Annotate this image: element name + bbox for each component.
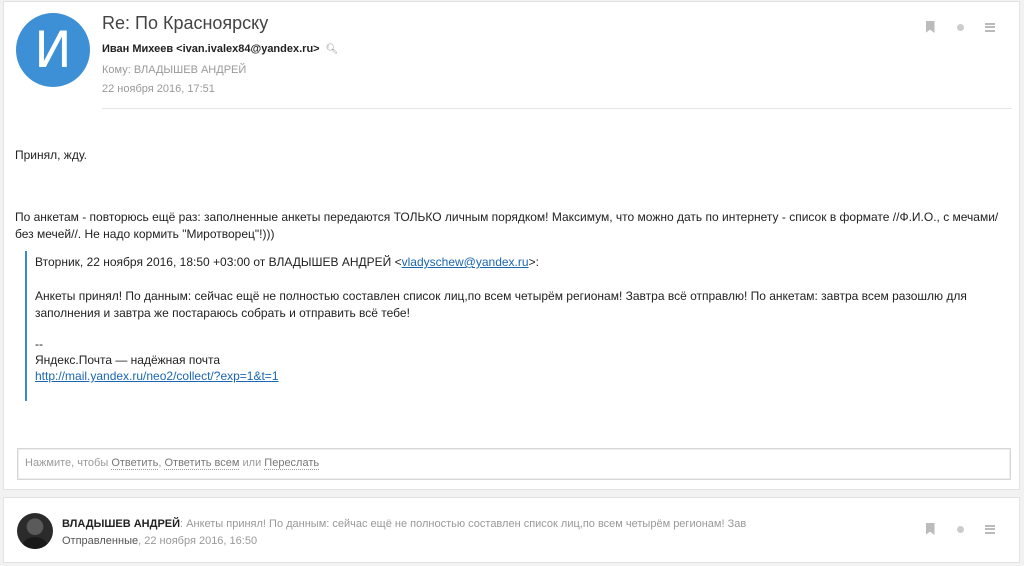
message-card: И Re: По Красноярску Иван Михеев <ivan.i… — [3, 1, 1020, 490]
quick-reply-box[interactable]: Нажмите, чтобы Ответить, Ответить всем и… — [17, 448, 1011, 480]
more-menu-icon — [985, 22, 995, 32]
quoted-message: Вторник, 22 ноября 2016, 18:50 +03:00 от… — [25, 251, 1010, 401]
message-subject: Re: По Красноярску — [102, 13, 269, 33]
mark-read-icon — [956, 525, 964, 533]
mark-read-icon — [956, 23, 964, 31]
bookmark-button[interactable] — [915, 17, 945, 37]
sender-avatar[interactable]: И — [16, 13, 90, 87]
forward-link[interactable]: Переслать — [264, 457, 320, 470]
more-menu-icon — [985, 524, 995, 534]
thread-sender: ВЛАДЫШЕВ АНДРЕЙ — [62, 518, 181, 530]
thread-avatar — [17, 513, 53, 549]
signature-link[interactable]: http://mail.yandex.ru/neo2/collect/?exp=… — [35, 368, 279, 385]
signature-text: Яндекс.Почта — надёжная почта — [35, 353, 221, 367]
quote-header-suffix: >: — [528, 255, 539, 269]
message-to: Кому: ВЛАДЫШЕВ АНДРЕЙ — [102, 64, 247, 76]
quote-header: Вторник, 22 ноября 2016, 18:50 +03:00 от… — [35, 254, 539, 271]
reply-prefix: Нажмите, чтобы — [25, 457, 109, 469]
bookmark-icon — [925, 523, 935, 535]
message-from[interactable]: Иван Михеев <ivan.ivalex84@yandex.ru> 🔍︎ — [102, 43, 338, 55]
thread-more-button[interactable] — [975, 519, 1005, 539]
thread-folder[interactable]: Отправленные — [62, 535, 138, 547]
thread-snippet: : Анкеты принял! По данным: сейчас ещё н… — [180, 518, 747, 530]
header-divider — [102, 108, 1012, 109]
reply-or: или — [242, 457, 262, 469]
thread-meta: Отправленные, 22 ноября 2016, 16:50 — [62, 535, 257, 547]
more-button[interactable] — [975, 17, 1005, 37]
body-line-1: Принял, жду. — [15, 148, 87, 162]
thread-mark-read-button[interactable] — [945, 519, 975, 539]
thread-bookmark-button[interactable] — [915, 519, 945, 539]
search-icon[interactable]: 🔍︎ — [326, 44, 339, 55]
reply-link[interactable]: Ответить — [111, 457, 159, 470]
thread-actions — [915, 519, 1005, 539]
thread-date: , 22 ноября 2016, 16:50 — [138, 535, 258, 547]
quote-header-prefix: Вторник, 22 ноября 2016, 18:50 +03:00 от… — [35, 255, 402, 269]
body-line-2: По анкетам - повторюсь ещё раз: заполнен… — [15, 210, 999, 241]
thread-summary[interactable]: ВЛАДЫШЕВ АНДРЕЙ: Анкеты принял! По данны… — [62, 518, 746, 530]
message-date: 22 ноября 2016, 17:51 — [102, 83, 215, 95]
reply-sep: , — [158, 457, 162, 469]
thread-item[interactable]: ВЛАДЫШЕВ АНДРЕЙ: Анкеты принял! По данны… — [3, 497, 1020, 563]
quote-email-link[interactable]: vladyschew@yandex.ru — [402, 255, 529, 269]
mark-read-button[interactable] — [945, 17, 975, 37]
bookmark-icon — [925, 21, 935, 33]
signature-dash: -- — [35, 337, 43, 351]
quote-text: Анкеты принял! По данным: сейчас ещё не … — [35, 289, 967, 320]
reply-all-link[interactable]: Ответить всем — [164, 457, 240, 470]
sender-address[interactable]: Иван Михеев <ivan.ivalex84@yandex.ru> — [102, 43, 320, 55]
message-actions — [915, 17, 1005, 37]
